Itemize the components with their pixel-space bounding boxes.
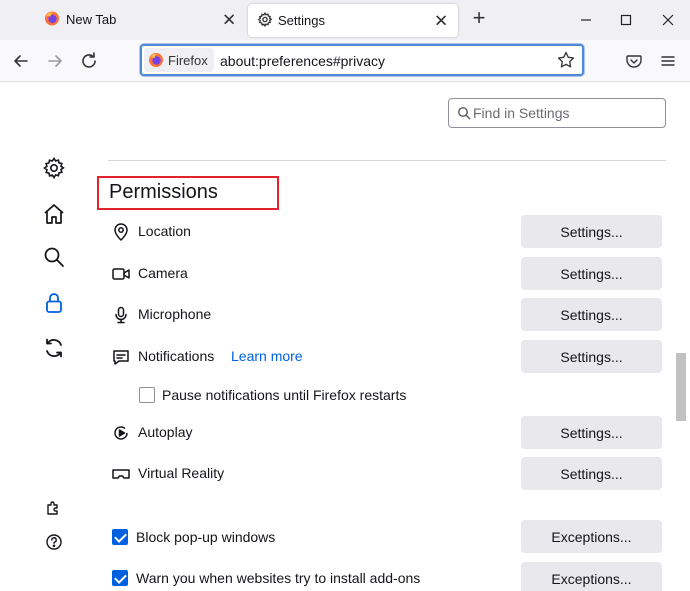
search-input[interactable]: [473, 104, 658, 122]
permission-label: Microphone: [138, 306, 212, 322]
permission-label: Notifications: [138, 348, 215, 364]
close-tab-icon[interactable]: ✕: [434, 12, 448, 29]
tab-settings[interactable]: Settings ✕: [248, 4, 458, 37]
firefox-logo-icon: [44, 11, 60, 30]
gear-icon: [43, 157, 65, 179]
forward-icon: [48, 55, 62, 67]
permission-row-virtual-reality: Virtual Reality Settings...: [110, 457, 662, 491]
maximize-button[interactable]: [616, 10, 636, 30]
sync-icon: [46, 338, 62, 358]
tab-new-tab[interactable]: New Tab ✕: [0, 0, 246, 40]
permission-row-camera: Camera Settings...: [110, 257, 662, 291]
addons-exceptions-button[interactable]: Exceptions...: [521, 562, 662, 591]
bookmark-star-icon[interactable]: [556, 50, 576, 73]
menu-icon[interactable]: [658, 51, 678, 74]
close-tab-icon[interactable]: ✕: [222, 12, 236, 29]
scrollbar-thumb[interactable]: [676, 353, 686, 421]
sidebar-item-support[interactable]: [40, 528, 68, 556]
address-bar[interactable]: Firefox about:preferences#privacy: [140, 44, 584, 76]
gear-icon: [257, 11, 273, 30]
permission-row-location: Location Settings...: [110, 215, 662, 249]
camera-settings-button[interactable]: Settings...: [521, 257, 662, 290]
help-icon: [46, 534, 62, 550]
puzzle-icon: [47, 501, 58, 515]
microphone-settings-button[interactable]: Settings...: [521, 298, 662, 331]
back-icon: [14, 55, 28, 67]
highlight-box: [97, 176, 279, 210]
sidebar-item-extensions[interactable]: [40, 493, 68, 521]
sidebar-item-sync[interactable]: [40, 334, 68, 362]
sidebar-item-home[interactable]: [40, 200, 68, 228]
sidebar-item-privacy[interactable]: [40, 289, 68, 317]
back-button[interactable]: [10, 50, 32, 72]
identity-box[interactable]: Firefox: [144, 48, 214, 72]
forward-button[interactable]: [44, 50, 66, 72]
permission-label: Autoplay: [138, 424, 193, 440]
lock-icon: [46, 293, 62, 313]
minimize-button[interactable]: [576, 10, 596, 30]
close-window-button[interactable]: [658, 10, 678, 30]
permission-row-notifications: Notifications Learn more Settings...: [110, 340, 662, 374]
permission-row-autoplay: Autoplay Settings...: [110, 416, 662, 450]
tab-label: Settings: [278, 13, 325, 28]
sidebar-item-search[interactable]: [40, 243, 68, 271]
block-popups-checkbox[interactable]: [112, 529, 128, 545]
sidebar-item-general[interactable]: [40, 154, 68, 182]
new-tab-button[interactable]: +: [468, 7, 490, 30]
url-text[interactable]: about:preferences#privacy: [220, 53, 385, 69]
tab-label: New Tab: [66, 12, 117, 27]
find-in-settings[interactable]: [448, 98, 666, 128]
reload-icon: [82, 52, 96, 68]
pause-notifications-checkbox[interactable]: [139, 387, 155, 403]
search-icon: [457, 106, 471, 123]
permission-label: Camera: [138, 265, 188, 281]
vr-settings-button[interactable]: Settings...: [521, 457, 662, 490]
autoplay-icon: [110, 423, 132, 443]
notifications-settings-button[interactable]: Settings...: [521, 340, 662, 373]
pocket-icon[interactable]: [624, 51, 644, 74]
permission-label: Location: [138, 223, 191, 239]
reload-button[interactable]: [78, 50, 100, 72]
location-icon: [110, 222, 132, 242]
navigation-toolbar: Firefox about:preferences#privacy: [0, 40, 690, 82]
identity-label: Firefox: [168, 52, 208, 68]
permission-row-microphone: Microphone Settings...: [110, 298, 662, 332]
block-popups-label: Block pop-up windows: [136, 529, 276, 545]
firefox-logo-icon: [149, 53, 163, 67]
search-icon: [44, 247, 64, 267]
autoplay-settings-button[interactable]: Settings...: [521, 416, 662, 449]
vr-icon: [110, 464, 132, 484]
microphone-icon: [110, 305, 132, 325]
warn-addons-label: Warn you when websites try to install ad…: [136, 570, 421, 586]
home-icon: [44, 204, 64, 224]
camera-icon: [110, 264, 132, 284]
permission-label: Virtual Reality: [138, 465, 225, 481]
warn-addons-checkbox[interactable]: [112, 570, 128, 586]
tab-strip: New Tab ✕ Settings ✕ +: [0, 0, 690, 40]
notification-icon: [110, 347, 132, 367]
learn-more-link[interactable]: Learn more: [231, 348, 303, 364]
pause-notifications-label: Pause notifications until Firefox restar…: [162, 387, 407, 403]
settings-page: Permissions Location Settings... Camera …: [0, 83, 690, 591]
popup-exceptions-button[interactable]: Exceptions...: [521, 520, 662, 553]
section-divider: [108, 160, 666, 161]
location-settings-button[interactable]: Settings...: [521, 215, 662, 248]
